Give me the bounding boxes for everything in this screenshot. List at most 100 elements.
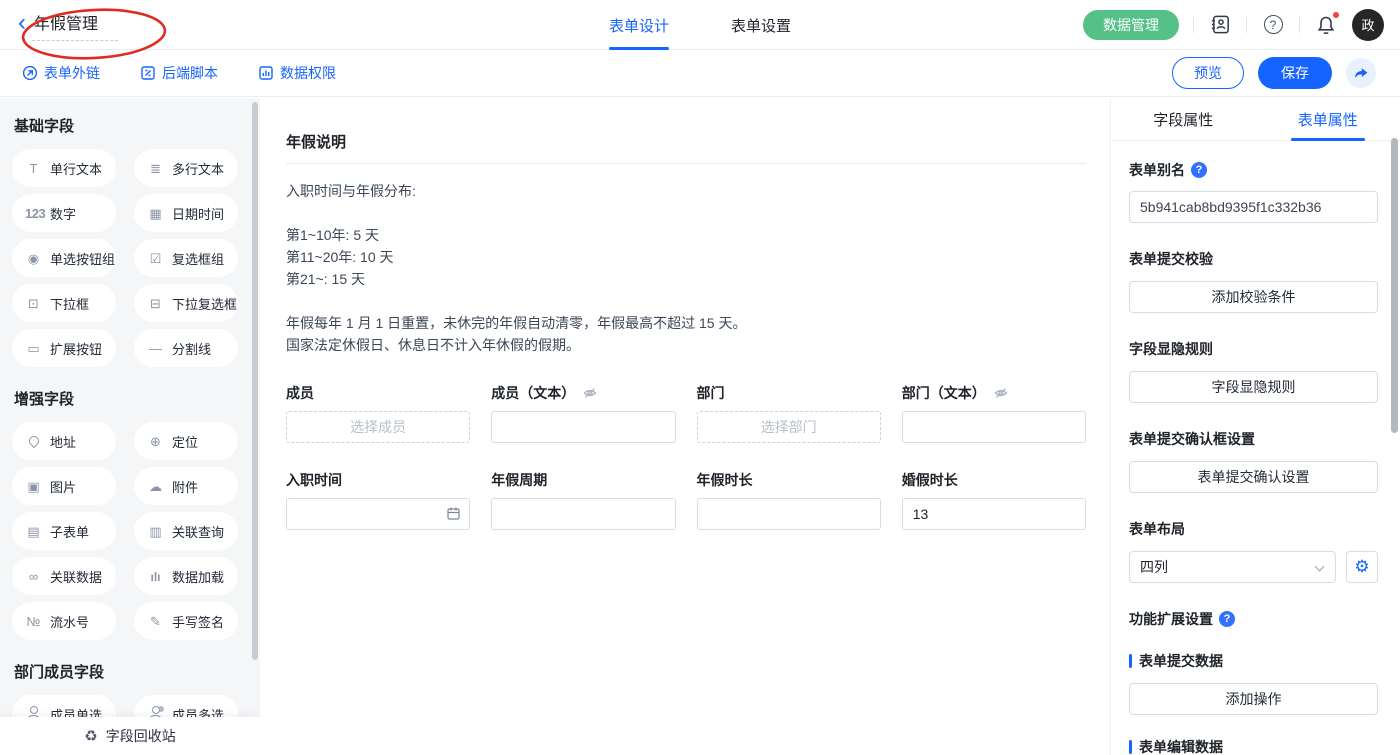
data-load-icon <box>147 570 164 583</box>
tab-form-design[interactable]: 表单设计 <box>609 0 669 50</box>
back-button[interactable]: ‹ <box>18 11 32 39</box>
form-toolbar: 表单外链 后端脚本 数据权限 预览 保存 <box>0 50 1400 97</box>
dropdown-icon: ⊡ <box>25 297 42 310</box>
number-icon: 123 <box>25 207 42 220</box>
field-item-divider[interactable]: ―分割线 <box>134 329 238 367</box>
field-item-data-load[interactable]: 数据加载 <box>134 557 238 595</box>
field-item-serial-number[interactable]: №流水号 <box>12 602 116 640</box>
attachment-icon: ☁ <box>147 480 164 493</box>
field-visibility-button[interactable]: 字段显隐规则 <box>1129 371 1378 403</box>
field-item-single-line-text[interactable]: T单行文本 <box>12 149 116 187</box>
section-title-basic-fields: 基础字段 <box>14 115 260 136</box>
help-icon[interactable]: ? <box>1191 162 1207 178</box>
description-title: 年假说明 <box>286 131 1086 152</box>
field-item-extend-button[interactable]: ▭扩展按钮 <box>12 329 116 367</box>
chevron-down-icon <box>1315 562 1325 572</box>
field-member-text[interactable]: 成员（文本） <box>491 383 675 443</box>
share-arrow-icon <box>1353 65 1369 81</box>
extend-button-icon: ▭ <box>25 342 42 355</box>
field-item-datetime[interactable]: ▦日期时间 <box>134 194 238 232</box>
field-annual-leave-days[interactable]: 年假时长 <box>697 470 881 530</box>
field-palette-sidebar: 基础字段 T单行文本 ≣多行文本 123数字 ▦日期时间 ◉单选按钮组 ☑复选框… <box>0 98 260 755</box>
bell-icon[interactable] <box>1314 13 1338 37</box>
field-item-signature[interactable]: ✎手写签名 <box>134 602 238 640</box>
annual-leave-days-input[interactable] <box>697 498 881 530</box>
field-item-attachment[interactable]: ☁附件 <box>134 467 238 505</box>
avatar[interactable]: 政 <box>1352 9 1384 41</box>
panel-scrollbar[interactable] <box>1391 138 1398 433</box>
field-department[interactable]: 部门 <box>697 383 881 443</box>
divider <box>1193 17 1194 33</box>
datetime-icon: ▦ <box>147 207 164 220</box>
linked-query-icon: ▥ <box>147 525 164 538</box>
field-marriage-leave-days[interactable]: 婚假时长 <box>902 470 1086 530</box>
field-department-text[interactable]: 部门（文本） <box>902 383 1086 443</box>
field-item-linked-data[interactable]: ∞关联数据 <box>12 557 116 595</box>
backend-script-button[interactable]: 后端脚本 <box>140 63 218 83</box>
member-text-input[interactable] <box>491 411 675 443</box>
external-link-icon <box>22 65 38 81</box>
field-item-locate[interactable]: ⊕定位 <box>134 422 238 460</box>
data-permission-icon <box>258 65 274 81</box>
save-button[interactable]: 保存 <box>1258 57 1332 89</box>
tab-form-properties[interactable]: 表单属性 <box>1256 98 1400 140</box>
field-item-address[interactable]: 地址 <box>12 422 116 460</box>
field-item-image[interactable]: ▣图片 <box>12 467 116 505</box>
field-item-dropdown[interactable]: ⊡下拉框 <box>12 284 116 322</box>
checkbox-group-icon: ☑ <box>147 252 164 265</box>
linked-data-icon: ∞ <box>25 570 42 583</box>
layout-gear-button[interactable]: ⚙ <box>1346 551 1378 583</box>
external-link-button[interactable]: 表单外链 <box>22 63 100 83</box>
field-item-linked-query[interactable]: ▥关联查询 <box>134 512 238 550</box>
contacts-icon[interactable] <box>1208 13 1232 37</box>
annual-leave-cycle-input[interactable] <box>491 498 675 530</box>
form-alias-label: 表单别名 ? <box>1129 160 1378 180</box>
preview-button[interactable]: 预览 <box>1172 57 1244 89</box>
field-item-radio-group[interactable]: ◉单选按钮组 <box>12 239 116 277</box>
sidebar-scrollbar[interactable] <box>252 102 258 660</box>
form-title[interactable]: 年假管理 <box>32 8 118 41</box>
subform-icon: ▤ <box>25 525 42 538</box>
submit-confirm-button[interactable]: 表单提交确认设置 <box>1129 461 1378 493</box>
field-item-subform[interactable]: ▤子表单 <box>12 512 116 550</box>
field-member[interactable]: 成员 <box>286 383 470 443</box>
department-text-input[interactable] <box>902 411 1086 443</box>
tab-field-properties[interactable]: 字段属性 <box>1111 98 1256 140</box>
form-design-canvas: 年假说明 入职时间与年假分布: 第1~10年: 5 天 第11~20年: 10 … <box>260 98 1110 755</box>
help-icon[interactable]: ? <box>1219 611 1235 627</box>
divider-icon: ― <box>147 342 164 355</box>
eye-slash-icon <box>994 386 1008 400</box>
calendar-icon <box>446 506 461 521</box>
top-header: ‹ 年假管理 表单设计 表单设置 数据管理 ? <box>0 0 1400 50</box>
submit-data-add-button[interactable]: 添加操作 <box>1129 683 1378 715</box>
field-visibility-label: 字段显隐规则 <box>1129 339 1378 359</box>
field-hire-date[interactable]: 入职时间 <box>286 470 470 530</box>
radio-group-icon: ◉ <box>25 252 42 265</box>
blue-bar <box>1129 654 1132 668</box>
field-item-number[interactable]: 123数字 <box>12 194 116 232</box>
department-picker-input[interactable] <box>697 411 881 443</box>
share-button[interactable] <box>1346 58 1376 88</box>
description-widget[interactable]: 年假说明 入职时间与年假分布: 第1~10年: 5 天 第11~20年: 10 … <box>286 131 1086 356</box>
divider <box>1246 17 1247 33</box>
marriage-leave-days-input[interactable] <box>902 498 1086 530</box>
tab-form-settings[interactable]: 表单设置 <box>731 0 791 50</box>
hire-date-input[interactable] <box>286 498 470 530</box>
submit-data-label: 表单提交数据 <box>1129 651 1378 671</box>
section-title-member-fields: 部门成员字段 <box>14 661 260 682</box>
description-text: 入职时间与年假分布: 第1~10年: 5 天 第11~20年: 10 天 第21… <box>286 180 1086 356</box>
member-picker-input[interactable] <box>286 411 470 443</box>
field-item-multi-line-text[interactable]: ≣多行文本 <box>134 149 238 187</box>
form-alias-input[interactable] <box>1129 191 1378 223</box>
field-annual-leave-cycle[interactable]: 年假周期 <box>491 470 675 530</box>
data-manage-button[interactable]: 数据管理 <box>1083 10 1179 40</box>
field-recycle-bin-button[interactable]: ♻ 字段回收站 <box>0 717 260 755</box>
help-icon[interactable]: ? <box>1261 13 1285 37</box>
field-item-dropdown-multi[interactable]: ⊟下拉复选框 <box>134 284 238 322</box>
add-validation-button[interactable]: 添加校验条件 <box>1129 281 1378 313</box>
data-permission-button[interactable]: 数据权限 <box>258 63 336 83</box>
layout-select[interactable]: 四列 <box>1129 551 1336 583</box>
field-item-checkbox-group[interactable]: ☑复选框组 <box>134 239 238 277</box>
submit-validation-label: 表单提交校验 <box>1129 249 1378 269</box>
signature-icon: ✎ <box>147 615 164 628</box>
